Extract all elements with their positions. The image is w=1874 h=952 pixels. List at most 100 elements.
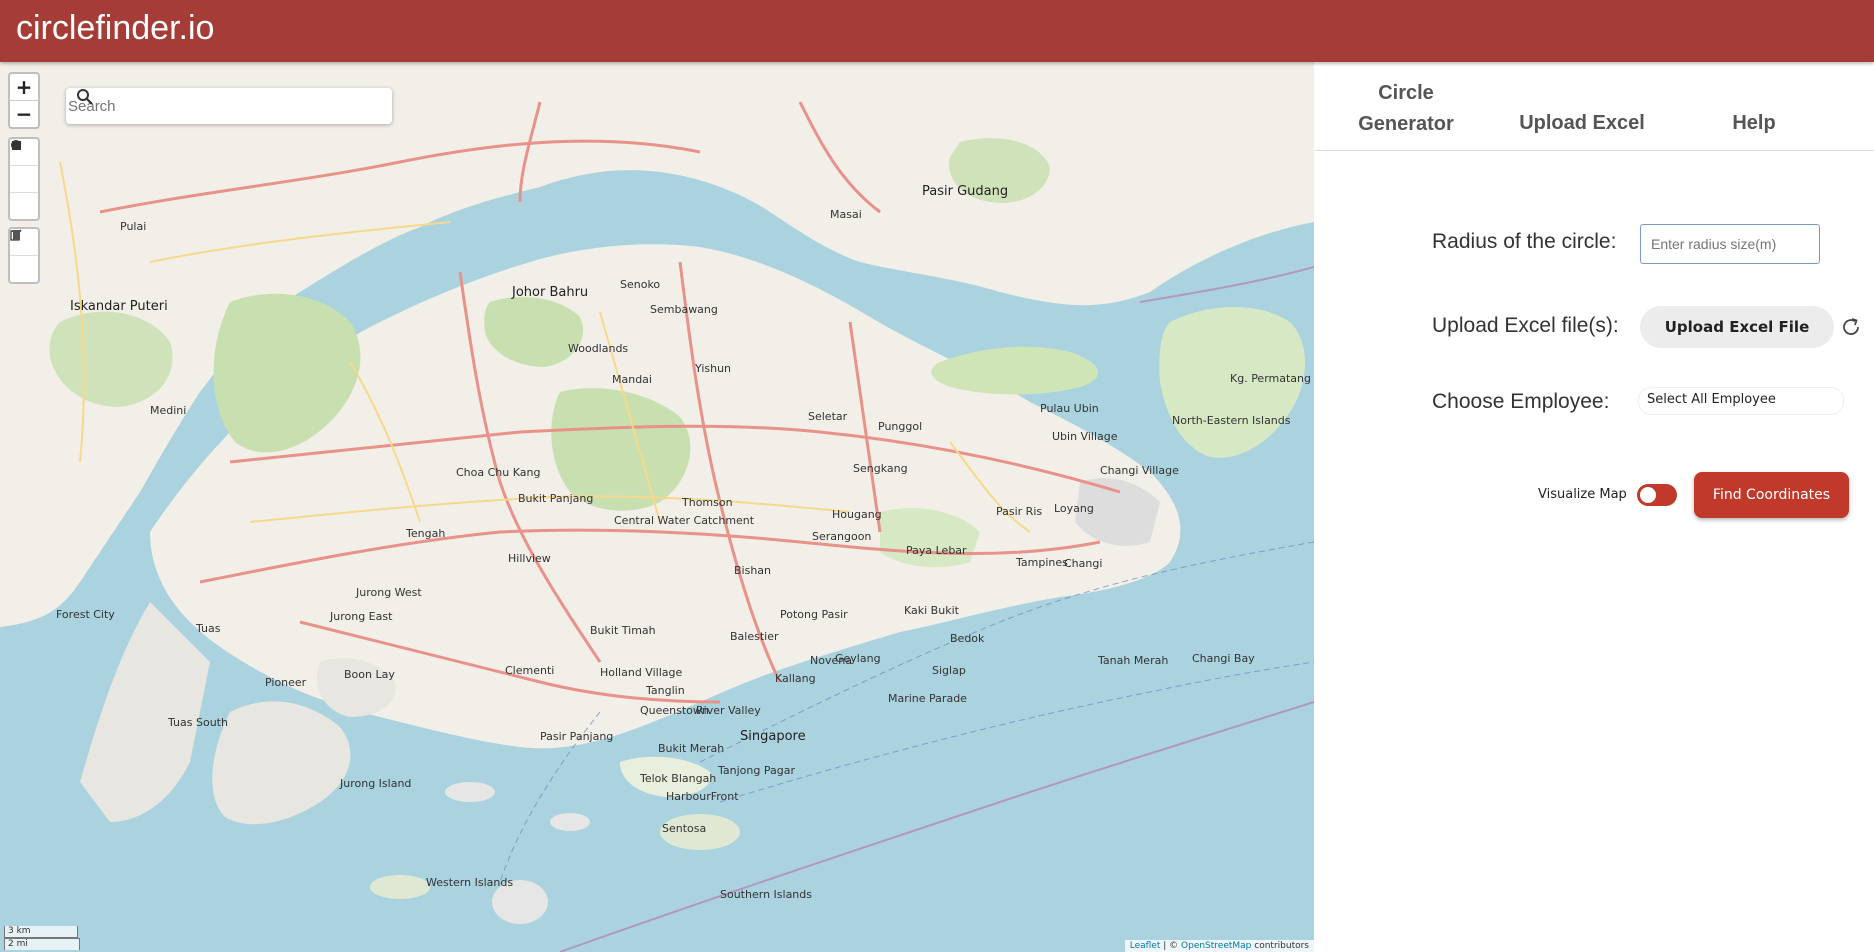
map-label: Johor Bahru xyxy=(511,285,588,300)
map-label: Telok Blangah xyxy=(639,772,716,785)
zoom-in-button[interactable]: + xyxy=(10,74,38,100)
jurong-island xyxy=(212,701,351,825)
map-label: Pulai xyxy=(120,220,146,233)
find-coordinates-button[interactable]: Find Coordinates xyxy=(1694,472,1849,518)
leaflet-link[interactable]: Leaflet xyxy=(1130,941,1161,951)
zoom-out-button[interactable]: − xyxy=(10,100,38,127)
map-label: River Valley xyxy=(696,704,761,717)
map-label: Holland Village xyxy=(600,666,682,679)
map-label: Singapore xyxy=(740,729,806,744)
map-canvas[interactable]: Singapore Johor Bahru Iskandar Puteri Pasir… xyxy=(0,62,1314,952)
map-label: Kaki Bukit xyxy=(904,604,960,617)
map-search-input[interactable] xyxy=(66,96,350,116)
map-label: Tanah Merah xyxy=(1097,654,1168,667)
app-title[interactable]: circlefinder.io xyxy=(16,9,214,48)
draw-toolbar xyxy=(8,137,40,221)
scale-km: 3 km xyxy=(4,926,78,938)
map-label: Pasir Ris xyxy=(996,505,1042,518)
map-label: Seletar xyxy=(808,410,848,423)
map-label: Paya Lebar xyxy=(906,544,967,557)
map-label: Sengkang xyxy=(853,462,908,475)
map-label: Serangoon xyxy=(812,530,871,543)
tab-circle-generator-line2: Generator xyxy=(1358,113,1454,135)
tab-circle-generator-line1: Circle xyxy=(1378,82,1434,104)
map-label: Iskandar Puteri xyxy=(70,299,168,314)
map-label: Bishan xyxy=(734,564,771,577)
visualize-map-label: Visualize Map xyxy=(1538,487,1627,502)
map-label: Mandai xyxy=(612,373,652,386)
map-label: Tampines xyxy=(1015,556,1068,569)
map-label: Tanjong Pagar xyxy=(717,764,795,777)
draw-circle-button[interactable] xyxy=(10,140,38,219)
edit-toolbar xyxy=(8,227,40,284)
map-label: Medini xyxy=(150,404,186,417)
map-label: Masai xyxy=(830,208,862,221)
map-label: Loyang xyxy=(1054,502,1094,515)
map-label: Pasir Panjang xyxy=(540,730,613,743)
search-icon xyxy=(77,89,93,105)
map-label: Bedok xyxy=(950,632,985,645)
map-label: Sembawang xyxy=(650,303,718,316)
map-label: Yishun xyxy=(694,362,731,375)
toggle-knob xyxy=(1640,487,1656,503)
upload-excel-button[interactable]: Upload Excel File xyxy=(1640,306,1834,348)
radius-label: Radius of the circle: xyxy=(1432,230,1617,253)
map-label: Choa Chu Kang xyxy=(456,466,540,479)
attribution-tail: contributors xyxy=(1251,941,1309,951)
map-label: Jurong East xyxy=(329,610,393,623)
tab-upload-excel[interactable]: Upload Excel xyxy=(1512,112,1652,135)
attribution-separator: | © xyxy=(1160,941,1182,951)
map-label: Clementi xyxy=(505,664,554,677)
map-label: HarbourFront xyxy=(666,790,739,803)
map-label: Bukit Merah xyxy=(658,742,724,755)
map-label: Western Islands xyxy=(426,876,513,889)
employee-select[interactable]: Select All Employee xyxy=(1638,387,1844,415)
map-label: Changi xyxy=(1064,557,1102,570)
map-label: Bukit Timah xyxy=(590,624,656,637)
trash-icon xyxy=(12,230,21,240)
map-label: Pasir Gudang xyxy=(922,184,1008,199)
employee-label: Choose Employee: xyxy=(1432,390,1610,413)
map-label: Hougang xyxy=(832,508,882,521)
map-label: Forest City xyxy=(56,608,115,621)
map-label: Tanglin xyxy=(645,684,685,697)
map-label: Thomson xyxy=(681,496,733,509)
draw-rectangle-button[interactable] xyxy=(10,141,38,193)
map-label: Changi Bay xyxy=(1192,652,1255,665)
map-attribution: Leaflet | © OpenStreetMap contributors xyxy=(1124,940,1314,952)
map-label: Southern Islands xyxy=(720,888,812,901)
circle-icon xyxy=(11,140,21,150)
map-label: Marine Parade xyxy=(888,692,967,705)
map-label: Jurong Island xyxy=(339,777,411,790)
upload-label: Upload Excel file(s): xyxy=(1432,314,1619,337)
map-label: Kg. Permatang xyxy=(1230,372,1311,385)
map-label: Sentosa xyxy=(662,822,706,835)
map-label: Senoko xyxy=(620,278,660,291)
map-label: North-Eastern Islands xyxy=(1172,414,1291,427)
visualize-map-toggle[interactable] xyxy=(1637,484,1677,506)
scale-mi: 2 mi xyxy=(4,938,80,950)
scale-bar: 3 km 2 mi xyxy=(4,926,80,950)
map-label: Punggol xyxy=(878,420,922,433)
top-bar: circlefinder.io xyxy=(0,0,1874,62)
map-label: Woodlands xyxy=(568,342,628,355)
map-label: Tuas xyxy=(195,622,221,635)
refresh-icon[interactable] xyxy=(1839,315,1863,339)
osm-link[interactable]: OpenStreetMap xyxy=(1181,941,1251,951)
tab-circle-generator[interactable]: Circle Generator xyxy=(1336,78,1476,140)
side-panel: Circle Generator Upload Excel Help Radiu… xyxy=(1314,62,1874,952)
map-label: Tengah xyxy=(405,527,445,540)
map-label: Tuas South xyxy=(167,716,228,729)
map-label: Ubin Village xyxy=(1052,430,1118,443)
map-label: Novena xyxy=(810,654,852,667)
map-view[interactable]: Singapore Johor Bahru Iskandar Puteri Pasir… xyxy=(0,62,1314,952)
map-label: Potong Pasir xyxy=(780,608,848,621)
map-search-box xyxy=(66,88,392,124)
map-label: Siglap xyxy=(932,664,966,677)
map-label: Pioneer xyxy=(265,676,307,689)
radius-input[interactable] xyxy=(1640,224,1820,264)
delete-layers-button[interactable] xyxy=(10,230,38,282)
tab-help[interactable]: Help xyxy=(1704,112,1804,135)
map-label: Central Water Catchment xyxy=(614,514,755,527)
tab-bar: Circle Generator Upload Excel Help xyxy=(1314,62,1874,151)
